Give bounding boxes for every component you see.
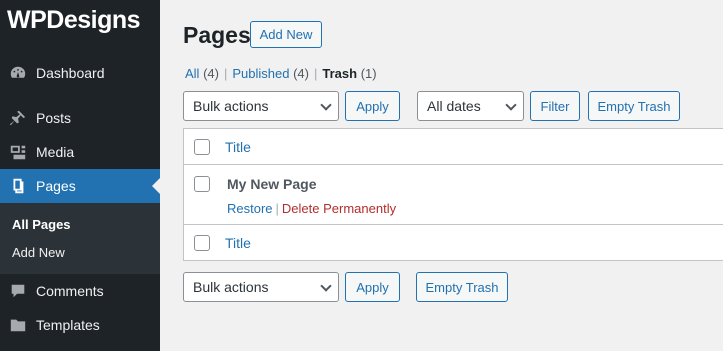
filter-trash[interactable]: Trash: [322, 66, 357, 81]
chevron-down-icon: [320, 280, 332, 292]
sidebar-item-pages[interactable]: Pages: [0, 169, 160, 203]
pages-table: Title My New Page Restore | Delete Permane…: [183, 128, 723, 261]
add-new-button[interactable]: Add New: [250, 21, 322, 48]
main-content: Pages Add New All (4) | Published (4) | Tras…: [160, 0, 723, 351]
submenu-item-add-new[interactable]: Add New: [12, 245, 65, 260]
sidebar-item-label: Posts: [36, 110, 72, 126]
sidebar-item-label: Templates: [36, 317, 100, 333]
filter-published[interactable]: Published (4): [232, 66, 309, 81]
sidebar-item-comments[interactable]: Comments: [0, 274, 160, 308]
separator: |: [275, 201, 279, 216]
admin-sidebar: WPDesigns Dashboard Posts Media Pages Al…: [0, 0, 160, 351]
empty-trash-button-bottom[interactable]: Empty Trash: [416, 272, 508, 302]
table-footer: Title: [184, 225, 723, 261]
page-title: Pages: [183, 22, 251, 48]
table-row: My New Page Restore | Delete Permanently: [184, 165, 723, 224]
sidebar-item-templates[interactable]: Templates: [0, 308, 160, 342]
row-checkbox[interactable]: [194, 176, 210, 192]
row-actions: Restore | Delete Permanently: [227, 201, 396, 216]
status-filters: All (4) | Published (4) | Trash (1): [185, 66, 377, 81]
separator: |: [223, 66, 228, 81]
delete-permanently-link[interactable]: Delete Permanently: [282, 201, 396, 216]
sidebar-item-media[interactable]: Media: [0, 135, 160, 169]
apply-button[interactable]: Apply: [345, 91, 400, 121]
pages-submenu: All Pages Add New: [0, 203, 160, 274]
sidebar-item-posts[interactable]: Posts: [0, 101, 160, 135]
empty-trash-button[interactable]: Empty Trash: [588, 91, 680, 121]
restore-link[interactable]: Restore: [227, 201, 273, 216]
column-title[interactable]: Title: [225, 139, 251, 155]
media-icon: [0, 143, 36, 161]
chevron-down-icon: [505, 99, 517, 111]
column-title[interactable]: Title: [225, 235, 251, 251]
filter-button[interactable]: Filter: [530, 91, 580, 121]
row-title: My New Page: [227, 176, 317, 192]
select-all-checkbox[interactable]: [194, 235, 210, 251]
comment-icon: [0, 282, 36, 300]
bulk-actions-select-bottom[interactable]: Bulk actions: [183, 272, 339, 302]
sidebar-item-label: Comments: [36, 283, 104, 299]
table-header: Title: [184, 129, 723, 164]
sidebar-item-label: Pages: [36, 178, 76, 194]
separator: |: [313, 66, 318, 81]
sidebar-item-label: Dashboard: [36, 65, 105, 81]
pages-icon: [0, 177, 36, 195]
active-indicator: [152, 178, 160, 194]
sidebar-item-dashboard[interactable]: Dashboard: [0, 56, 160, 90]
date-filter-select[interactable]: All dates: [417, 91, 524, 121]
site-logo[interactable]: WPDesigns: [0, 0, 160, 46]
dashboard-icon: [0, 64, 36, 82]
bulk-actions-select[interactable]: Bulk actions: [183, 91, 339, 121]
pin-icon: [0, 109, 36, 127]
apply-button-bottom[interactable]: Apply: [345, 272, 400, 302]
sidebar-item-label: Media: [36, 144, 75, 160]
select-all-checkbox[interactable]: [194, 139, 210, 155]
filter-all[interactable]: All (4): [185, 66, 219, 81]
folder-icon: [0, 316, 36, 334]
submenu-item-all-pages[interactable]: All Pages: [12, 217, 71, 232]
chevron-down-icon: [320, 99, 332, 111]
